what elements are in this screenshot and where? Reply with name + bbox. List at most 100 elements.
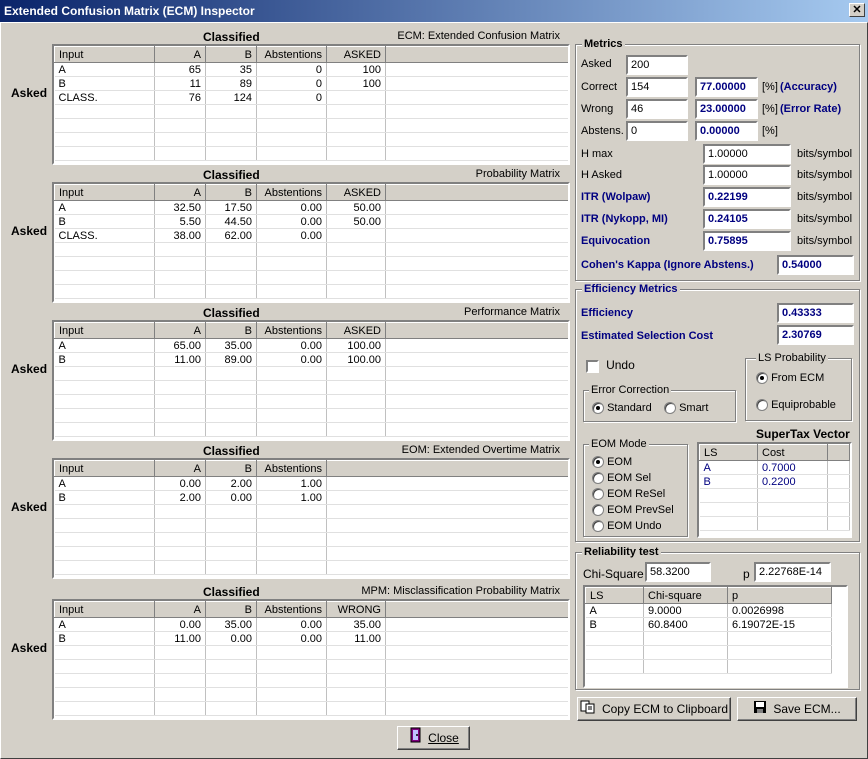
column-header[interactable]: A: [154, 460, 206, 477]
p-field[interactable]: 2.22768E-14: [754, 562, 831, 582]
table-row[interactable]: [54, 132, 568, 147]
matrix-grid[interactable]: Input A B Abstentions WRONG A 0.00 35.00 0.00 35.…: [52, 599, 570, 720]
smart-radio-row[interactable]: Smart: [664, 402, 708, 415]
from-ecm-radio[interactable]: [756, 372, 768, 385]
column-header[interactable]: Input: [54, 460, 155, 477]
table-row[interactable]: [54, 422, 568, 437]
table-row[interactable]: [54, 504, 568, 519]
table-row[interactable]: A 9.0000 0.0026998: [585, 603, 832, 618]
table-row[interactable]: [585, 645, 832, 660]
column-header[interactable]: LS: [699, 444, 758, 461]
standard-radio-row[interactable]: Standard: [592, 402, 652, 415]
column-header[interactable]: Chi-square: [643, 587, 728, 604]
equivocation-field[interactable]: 0.75895: [703, 231, 791, 251]
table-row[interactable]: A 0.00 2.00 1.00: [54, 476, 568, 491]
column-header[interactable]: A: [154, 322, 206, 339]
table-row[interactable]: [54, 118, 568, 133]
column-header[interactable]: Input: [54, 184, 155, 201]
matrix-grid[interactable]: Input A B Abstentions ASKED A 65 35 0 100 B 11 89 0 10…: [52, 44, 570, 165]
eom-mode-radio[interactable]: [592, 456, 604, 469]
table-row[interactable]: [699, 488, 850, 503]
table-row[interactable]: CLASS. 76 124 0: [54, 90, 568, 105]
standard-radio[interactable]: [592, 402, 604, 415]
table-row[interactable]: CLASS. 38.00 62.00 0.00: [54, 228, 568, 243]
equiprobable-radio-row[interactable]: Equiprobable: [756, 399, 836, 412]
column-header[interactable]: WRONG: [326, 601, 386, 618]
column-header[interactable]: Abstentions: [256, 46, 327, 63]
column-header[interactable]: Input: [54, 322, 155, 339]
table-row[interactable]: [54, 560, 568, 575]
selection-cost-field[interactable]: 2.30769: [777, 325, 854, 345]
table-row[interactable]: [585, 631, 832, 646]
table-row[interactable]: B 11 89 0 100: [54, 76, 568, 91]
table-row[interactable]: [54, 673, 568, 688]
window-close-button[interactable]: ✕: [849, 3, 865, 17]
eom-mode-radio[interactable]: [592, 472, 604, 485]
table-row[interactable]: [54, 270, 568, 285]
column-header[interactable]: Abstentions: [256, 601, 327, 618]
table-row[interactable]: A 0.7000: [699, 460, 850, 475]
table-row[interactable]: [54, 701, 568, 716]
column-header[interactable]: Abstentions: [256, 322, 327, 339]
smart-radio[interactable]: [664, 402, 676, 415]
table-row[interactable]: [54, 284, 568, 299]
eom-mode-radio[interactable]: [592, 488, 604, 501]
equiprobable-radio[interactable]: [756, 399, 768, 412]
supertax-grid[interactable]: LS Cost A 0.7000 B 0.2200: [697, 442, 852, 538]
wrong-field[interactable]: 46: [626, 99, 688, 119]
column-header[interactable]: Cost: [757, 444, 828, 461]
column-header[interactable]: ASKED: [326, 322, 386, 339]
table-row[interactable]: [699, 516, 850, 531]
column-header[interactable]: B: [205, 601, 257, 618]
chisq-field[interactable]: 58.3200: [645, 562, 711, 582]
column-header[interactable]: A: [154, 601, 206, 618]
table-row[interactable]: [54, 687, 568, 702]
column-header[interactable]: ASKED: [326, 184, 386, 201]
column-header[interactable]: p: [727, 587, 832, 604]
eom-mode-radio[interactable]: [592, 520, 604, 533]
efficiency-field[interactable]: 0.43333: [777, 303, 854, 323]
table-row[interactable]: [54, 518, 568, 533]
accuracy-field[interactable]: 77.00000: [695, 77, 758, 97]
table-row[interactable]: [54, 546, 568, 561]
kappa-field[interactable]: 0.54000: [777, 255, 854, 275]
column-header[interactable]: B: [205, 460, 257, 477]
column-header[interactable]: B: [205, 184, 257, 201]
column-header[interactable]: Input: [54, 601, 155, 618]
table-row[interactable]: [54, 532, 568, 547]
matrix-grid[interactable]: Input A B Abstentions ASKED A 65.00 35.00 0.00 10…: [52, 320, 570, 441]
table-row[interactable]: A 65.00 35.00 0.00 100.00: [54, 338, 568, 353]
table-row[interactable]: [54, 408, 568, 423]
column-header[interactable]: A: [154, 46, 206, 63]
table-row[interactable]: B 0.2200: [699, 474, 850, 489]
table-row[interactable]: A 0.00 35.00 0.00 35.00: [54, 617, 568, 632]
save-ecm-button[interactable]: Save ECM...: [737, 697, 857, 721]
table-row[interactable]: B 11.00 0.00 0.00 11.00: [54, 631, 568, 646]
column-header[interactable]: ASKED: [326, 46, 386, 63]
itr-nykopp-field[interactable]: 0.24105: [703, 209, 791, 229]
table-row[interactable]: [54, 380, 568, 395]
column-header[interactable]: B: [205, 46, 257, 63]
table-row[interactable]: B 60.8400 6.19072E-15: [585, 617, 832, 632]
column-header[interactable]: B: [205, 322, 257, 339]
correct-field[interactable]: 154: [626, 77, 688, 97]
table-row[interactable]: B 5.50 44.50 0.00 50.00: [54, 214, 568, 229]
table-row[interactable]: [699, 502, 850, 517]
table-row[interactable]: [585, 659, 832, 674]
table-row[interactable]: B 2.00 0.00 1.00: [54, 490, 568, 505]
column-header[interactable]: Abstentions: [256, 184, 327, 201]
close-button[interactable]: Close: [397, 726, 470, 750]
column-header[interactable]: Input: [54, 46, 155, 63]
hmax-field[interactable]: 1.00000: [703, 144, 791, 164]
abstens-field[interactable]: 0: [626, 121, 688, 141]
from-ecm-radio-row[interactable]: From ECM: [756, 372, 824, 385]
itr-wolpaw-field[interactable]: 0.22199: [703, 187, 791, 207]
table-row[interactable]: [54, 394, 568, 409]
table-row[interactable]: [54, 645, 568, 660]
table-row[interactable]: [54, 146, 568, 161]
abstens-pct-field[interactable]: 0.00000: [695, 121, 758, 141]
undo-checkbox-row[interactable]: Undo: [586, 358, 635, 373]
table-row[interactable]: A 65 35 0 100: [54, 62, 568, 77]
matrix-grid[interactable]: Input A B Abstentions A 0.00 2.00 1.00 B 2.00 0.00…: [52, 458, 570, 579]
column-header[interactable]: A: [154, 184, 206, 201]
